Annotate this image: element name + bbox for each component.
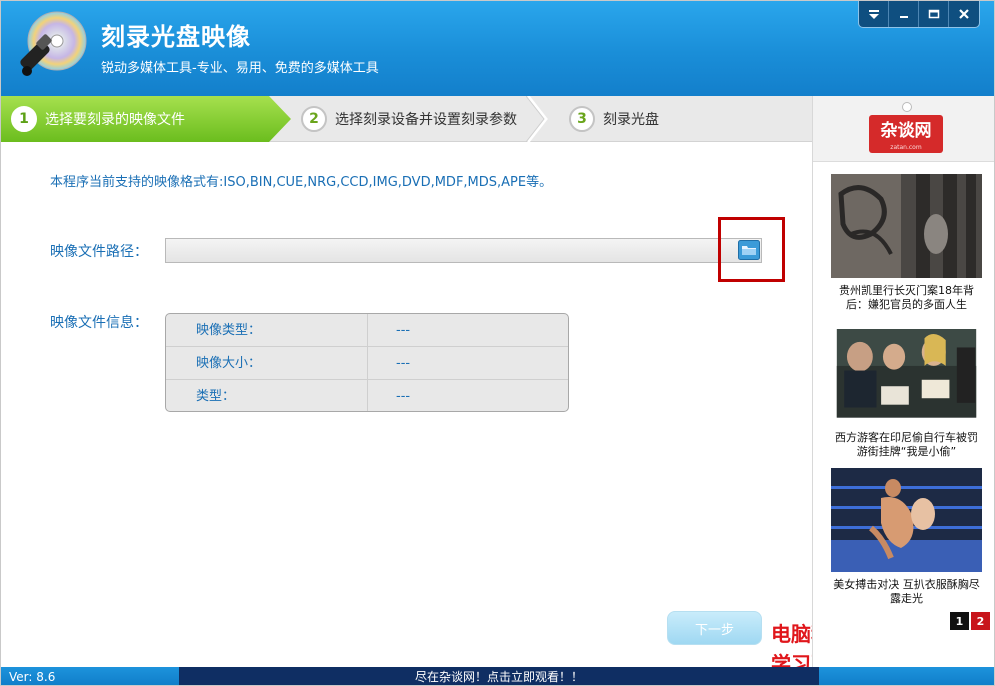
close-icon <box>959 9 969 19</box>
close-button[interactable] <box>949 1 979 27</box>
version-label: Ver: 8.6 <box>9 670 56 684</box>
ad-page-1[interactable]: 1 <box>950 612 969 630</box>
step-device-settings[interactable]: 2 选择刻录设备并设置刻录参数 <box>301 96 517 142</box>
window-controls <box>858 1 980 28</box>
ad-header: 杂谈网 zatan.com <box>813 96 994 162</box>
image-info-label: 映像文件信息： <box>50 315 148 331</box>
maximize-icon <box>928 9 939 19</box>
info-key: 映像大小： <box>166 347 368 379</box>
ad-thumbnail <box>836 329 977 418</box>
ad-caption: 美女搏击对决 互扒衣服酥胸尽露走光 <box>833 578 980 605</box>
ad-sidebar: 杂谈网 zatan.com 贵州凯里行长灭门案18年背后：嫌犯官员的多面人生 西… <box>812 96 994 667</box>
step-label: 选择要刻录的映像文件 <box>45 112 185 128</box>
ad-indicator <box>902 102 912 112</box>
step-label: 刻录光盘 <box>603 112 659 128</box>
step-number: 1 <box>11 106 37 132</box>
ad-caption: 贵州凯里行长灭门案18年背后：嫌犯官员的多面人生 <box>839 284 974 311</box>
info-key: 映像类型： <box>166 314 368 346</box>
menu-button[interactable] <box>859 1 889 27</box>
ad-caption: 西方游客在印尼偷自行车被罚游街挂牌“我是小偷” <box>835 431 978 458</box>
image-path-input[interactable] <box>165 238 762 263</box>
status-bar: Ver: 8.6 尽在杂谈网！点击立即观看！！ <box>1 667 994 685</box>
ad-pager: 1 2 <box>950 612 990 630</box>
promo-banner[interactable]: 尽在杂谈网！点击立即观看！！ <box>179 667 819 685</box>
zatan-logo-text: 杂谈网 <box>880 121 932 141</box>
app-window: 刻录光盘映像 锐动多媒体工具-专业、易用、免费的多媒体工具 1 选择要刻录的映像… <box>0 0 995 686</box>
table-row: 映像类型： --- <box>166 314 568 347</box>
minimize-button[interactable] <box>889 1 919 27</box>
info-value: --- <box>396 389 411 404</box>
zatan-logo-domain: zatan.com <box>890 144 922 151</box>
ad-thumbnail <box>831 468 982 572</box>
step-separator-icon <box>526 96 548 142</box>
next-step-button[interactable]: 下一步 <box>667 611 762 645</box>
supported-formats-text: 本程序当前支持的映像格式有:ISO,BIN,CUE,NRG,CCD,IMG,DV… <box>50 175 553 190</box>
step-number: 2 <box>301 106 327 132</box>
maximize-button[interactable] <box>919 1 949 27</box>
info-value: --- <box>396 323 411 338</box>
ad-page-2[interactable]: 2 <box>971 612 990 630</box>
step-burn-disc[interactable]: 3 刻录光盘 <box>569 96 659 142</box>
image-info-table: 映像类型： --- 映像大小： --- 类型： --- <box>165 313 569 412</box>
image-path-label: 映像文件路径： <box>50 244 148 260</box>
minimize-icon <box>899 16 908 18</box>
app-subtitle: 锐动多媒体工具-专业、易用、免费的多媒体工具 <box>101 61 379 76</box>
disc-burner-logo-icon <box>20 11 87 76</box>
table-row: 类型： --- <box>166 380 568 411</box>
zatan-logo[interactable]: 杂谈网 zatan.com <box>869 115 943 153</box>
step-select-image[interactable]: 1 选择要刻录的映像文件 <box>1 96 291 142</box>
ad-item[interactable]: 西方游客在印尼偷自行车被罚游街挂牌“我是小偷” <box>831 329 982 459</box>
ad-item[interactable]: 美女搏击对决 互扒衣服酥胸尽露走光 <box>831 468 982 606</box>
info-key: 类型： <box>166 380 368 411</box>
step-number: 3 <box>569 106 595 132</box>
ad-thumbnail <box>831 174 982 278</box>
wizard-steps: 1 选择要刻录的映像文件 2 选择刻录设备并设置刻录参数 3 刻录光盘 <box>1 96 812 142</box>
title-bar: 刻录光盘映像 锐动多媒体工具-专业、易用、免费的多媒体工具 <box>1 1 994 96</box>
info-value: --- <box>396 356 411 371</box>
table-row: 映像大小： --- <box>166 347 568 380</box>
app-title: 刻录光盘映像 <box>101 23 251 51</box>
browse-highlight-box <box>718 217 785 282</box>
menu-dropdown-icon <box>868 10 879 19</box>
ad-item[interactable]: 贵州凯里行长灭门案18年背后：嫌犯官员的多面人生 <box>831 174 982 312</box>
step-label: 选择刻录设备并设置刻录参数 <box>335 112 517 128</box>
